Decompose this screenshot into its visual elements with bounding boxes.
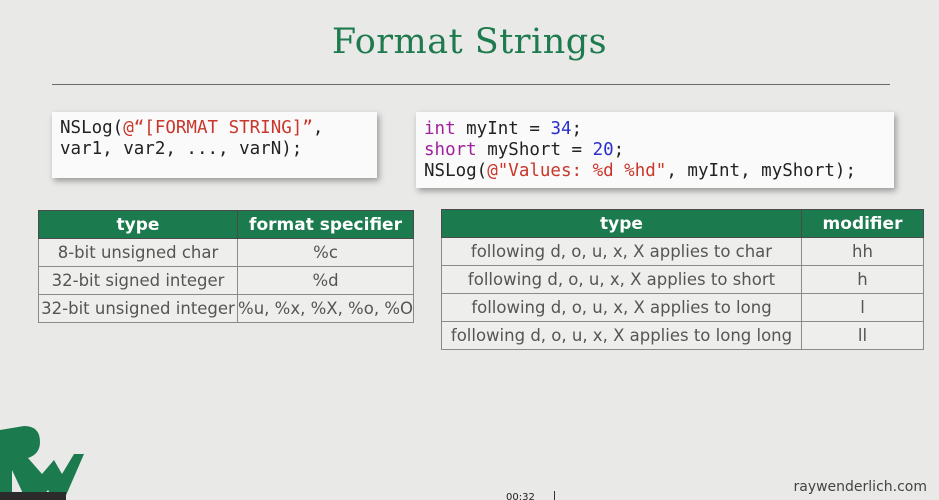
table-row: following d, o, u, x, X applies to char … xyxy=(441,237,924,266)
title-divider xyxy=(52,84,890,85)
table-cell: 32-bit signed integer xyxy=(37,266,239,295)
table-row: 32-bit signed integer %d xyxy=(37,266,414,295)
slide-title: Format Strings xyxy=(331,22,608,62)
code-fn: NSLog( xyxy=(60,118,124,138)
code-line-1: NSLog(@“[FORMAT STRING]”, xyxy=(60,118,377,139)
code-line-2: short myShort = 20; xyxy=(424,140,894,161)
table-row: following d, o, u, x, X applies to short… xyxy=(441,265,924,294)
code-block-example: int myInt = 34; short myShort = 20; NSLog(… xyxy=(416,112,894,188)
column-header-modifier: modifier xyxy=(801,209,924,238)
code-text: ; xyxy=(613,140,625,160)
code-number: 20 xyxy=(592,140,614,160)
column-header-type: type xyxy=(441,209,802,238)
table-cell: ll xyxy=(801,321,924,350)
column-header-type: type xyxy=(37,210,239,239)
table-row: following d, o, u, x, X applies to long … xyxy=(441,293,924,322)
code-text: ; xyxy=(571,119,583,139)
table-cell: 32-bit unsigned integer xyxy=(37,294,239,323)
progress-bar xyxy=(0,492,66,500)
code-string: @“[FORMAT STRING]” xyxy=(123,118,313,138)
table-cell: %u, %x, %X, %o, %O xyxy=(237,294,414,323)
video-timer: 00:32 xyxy=(506,491,555,500)
code-text: myShort = xyxy=(476,140,593,160)
code-fn: NSLog( xyxy=(424,161,488,181)
code-text: myInt = xyxy=(455,119,551,139)
table-cell: %c xyxy=(237,238,414,267)
format-specifier-table: type format specifier 8-bit unsigned cha… xyxy=(37,210,414,323)
table-cell: 8-bit unsigned char xyxy=(37,238,239,267)
table-header-row: type modifier xyxy=(441,209,924,238)
table-header-row: type format specifier xyxy=(37,210,414,239)
table-cell: following d, o, u, x, X applies to char xyxy=(441,237,802,266)
code-block-nslog-syntax: NSLog(@“[FORMAT STRING]”, var1, var2, ...… xyxy=(52,112,377,178)
modifier-table: type modifier following d, o, u, x, X ap… xyxy=(441,209,924,350)
code-line-1: int myInt = 34; xyxy=(424,119,894,140)
table-cell: h xyxy=(801,265,924,294)
code-keyword: int xyxy=(424,119,456,139)
code-text: , myInt, myShort); xyxy=(666,161,856,181)
table-row: 8-bit unsigned char %c xyxy=(37,238,414,267)
code-keyword: short xyxy=(424,140,477,160)
table-cell: following d, o, u, x, X applies to long xyxy=(441,293,802,322)
table-cell: l xyxy=(801,293,924,322)
table-cell: following d, o, u, x, X applies to long … xyxy=(441,321,802,350)
column-header-format-specifier: format specifier xyxy=(237,210,414,239)
code-string: @"Values: %d %hd" xyxy=(487,161,667,181)
table-row: 32-bit unsigned integer %u, %x, %X, %o, … xyxy=(37,294,414,323)
code-line-3: NSLog(@"Values: %d %hd", myInt, myShort)… xyxy=(424,161,894,182)
table-cell: %d xyxy=(237,266,414,295)
rw-logo-icon xyxy=(0,426,84,500)
table-cell: hh xyxy=(801,237,924,266)
code-tail: , xyxy=(312,118,324,138)
footer-site-name: raywenderlich.com xyxy=(793,479,927,495)
table-cell: following d, o, u, x, X applies to short xyxy=(441,265,802,294)
code-line-2: var1, var2, ..., varN); xyxy=(60,139,303,159)
table-row: following d, o, u, x, X applies to long … xyxy=(441,321,924,350)
code-number: 34 xyxy=(550,119,572,139)
